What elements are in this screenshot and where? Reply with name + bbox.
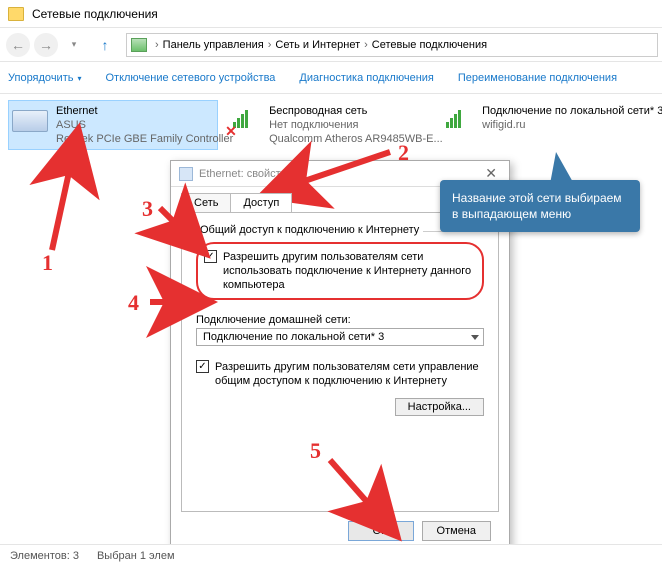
status-selected: Выбран 1 элем [97,550,175,562]
network-adapter: Qualcomm Atheros AR9485WB-E... [269,132,443,146]
breadcrumb-root[interactable]: Панель управления [163,39,264,51]
window-title: Сетевые подключения [32,7,158,21]
network-adapter: Realtek PCIe GBE Family Controller [56,132,233,146]
annotation-5: 5 [310,438,321,464]
settings-button[interactable]: Настройка... [395,398,484,416]
chevron-right-icon: › [155,39,159,51]
network-name: Ethernet [56,104,233,118]
network-status: ASUS [56,118,233,132]
breadcrumb-icon [131,38,147,52]
wifi-icon: ✕ [225,104,265,140]
annotation-4: 4 [128,290,139,316]
tab-network[interactable]: Сеть [181,193,231,212]
network-item-lan3[interactable]: Подключение по локальной сети* 3 wifigid… [434,100,624,144]
disabled-x-icon: ✕ [225,123,237,140]
status-count: Элементов: 3 [10,550,79,562]
home-network-label: Подключение домашней сети: [196,314,484,326]
dialog-title-icon [179,167,193,181]
annotation-2: 2 [398,140,409,166]
status-bar: Элементов: 3 Выбран 1 элем [0,544,662,566]
network-name: Подключение по локальной сети* 3 [482,104,662,118]
annotation-3: 3 [142,196,153,222]
ics-group-label: Общий доступ к подключению к Интернету [196,224,423,236]
toolbar-disable[interactable]: Отключение сетевого устройства [105,72,275,84]
callout-text: Название этой сети выбираем в выпадающем… [452,191,622,221]
home-network-dropdown[interactable]: Подключение по локальной сети* 3 [196,328,484,346]
allow-control-label: Разрешить другим пользователям сети упра… [215,360,484,388]
allow-control-checkbox[interactable] [196,360,209,373]
ethernet-icon [12,104,52,140]
cancel-button[interactable]: Отмена [422,521,491,541]
toolbar: Упорядочить Отключение сетевого устройст… [0,62,662,94]
nav-up-button[interactable]: ↑ [94,34,116,56]
nav-back-button[interactable]: ← [6,33,30,57]
wifi-icon [438,104,478,140]
dialog-title: Ethernet: свойства [199,168,481,180]
annotation-1: 1 [42,250,53,276]
allow-sharing-checkbox[interactable] [204,250,217,263]
tab-sharing[interactable]: Доступ [230,193,292,212]
breadcrumb-leaf[interactable]: Сетевые подключения [372,39,487,51]
toolbar-organize[interactable]: Упорядочить [8,72,81,84]
breadcrumb[interactable]: › Панель управления › Сеть и Интернет › … [126,33,658,57]
network-name: Беспроводная сеть [269,104,443,118]
home-network-value: Подключение по локальной сети* 3 [203,331,384,343]
callout-tail-icon [550,152,574,184]
nav-forward-button[interactable]: → [34,33,58,57]
chevron-right-icon: › [268,39,272,51]
tab-panel-sharing: Общий доступ к подключению к Интернету Р… [181,212,499,512]
toolbar-rename[interactable]: Переименование подключения [458,72,617,84]
allow-sharing-label: Разрешить другим пользователям сети испо… [223,250,476,292]
chevron-right-icon: › [364,39,368,51]
window-titlebar: Сетевые подключения [0,0,662,28]
toolbar-diagnose[interactable]: Диагностика подключения [299,72,433,84]
highlight-circle: Разрешить другим пользователям сети испо… [196,242,484,300]
nav-bar: ← → ▾ ↑ › Панель управления › Сеть и Инт… [0,28,662,62]
network-status: Нет подключения [269,118,443,132]
app-folder-icon [8,7,24,21]
hint-callout: Название этой сети выбираем в выпадающем… [440,180,640,232]
nav-history-button[interactable]: ▾ [62,33,86,57]
network-list: Ethernet ASUS Realtek PCIe GBE Family Co… [0,94,662,150]
ok-button[interactable]: OK [348,521,414,541]
network-status: wifigid.ru [482,118,662,132]
network-item-ethernet[interactable]: Ethernet ASUS Realtek PCIe GBE Family Co… [8,100,218,150]
breadcrumb-mid[interactable]: Сеть и Интернет [275,39,360,51]
